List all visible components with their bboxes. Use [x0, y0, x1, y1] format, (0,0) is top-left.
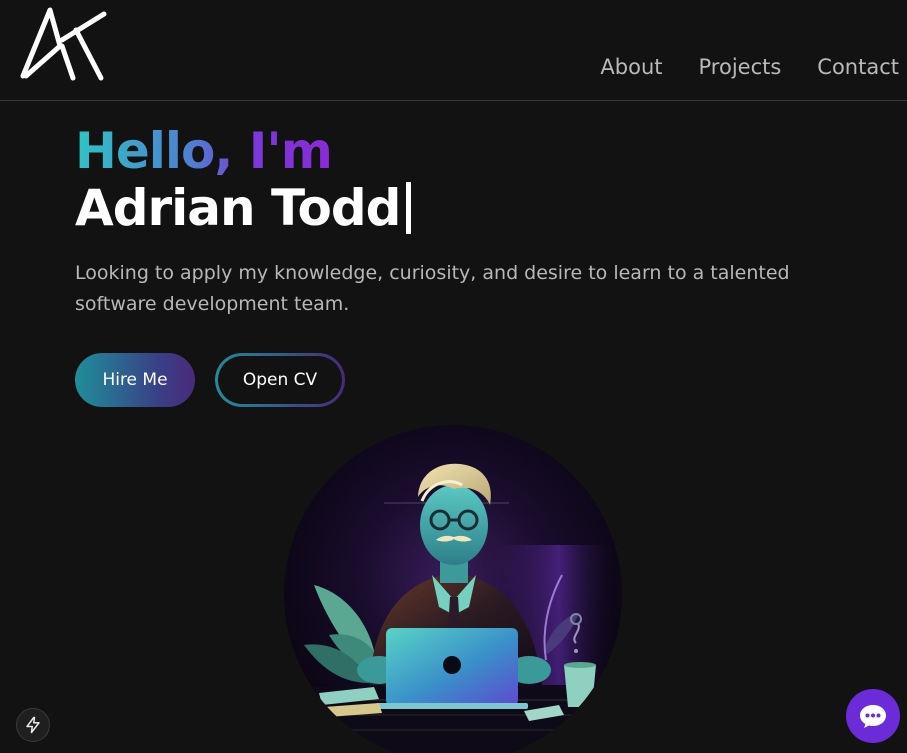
nav-link-contact[interactable]: Contact: [817, 55, 899, 79]
chat-button[interactable]: [846, 689, 900, 743]
bolt-button[interactable]: [16, 708, 50, 742]
typing-cursor: [406, 182, 412, 234]
avatar-illustration: [284, 425, 622, 753]
hero-buttons: Hire Me Open CV: [75, 353, 345, 407]
hero: Hello, I'm Adrian Todd Looking to apply …: [75, 122, 875, 320]
hero-name: Adrian Todd: [75, 179, 401, 237]
logo[interactable]: [18, 6, 108, 82]
hero-greeting: Hello, I'm: [75, 122, 333, 180]
hire-me-button[interactable]: Hire Me: [75, 353, 195, 407]
nav-link-about[interactable]: About: [600, 55, 662, 79]
open-cv-button[interactable]: Open CV: [215, 353, 345, 407]
chat-icon: [860, 705, 886, 728]
nav-links: About Projects Contact: [600, 55, 899, 79]
hero-name-line: Adrian Todd: [75, 180, 875, 236]
hero-tagline: Looking to apply my knowledge, curiosity…: [75, 262, 790, 315]
nav-link-projects[interactable]: Projects: [699, 55, 782, 79]
navbar: About Projects Contact: [0, 0, 907, 101]
bolt-icon: [26, 716, 40, 734]
